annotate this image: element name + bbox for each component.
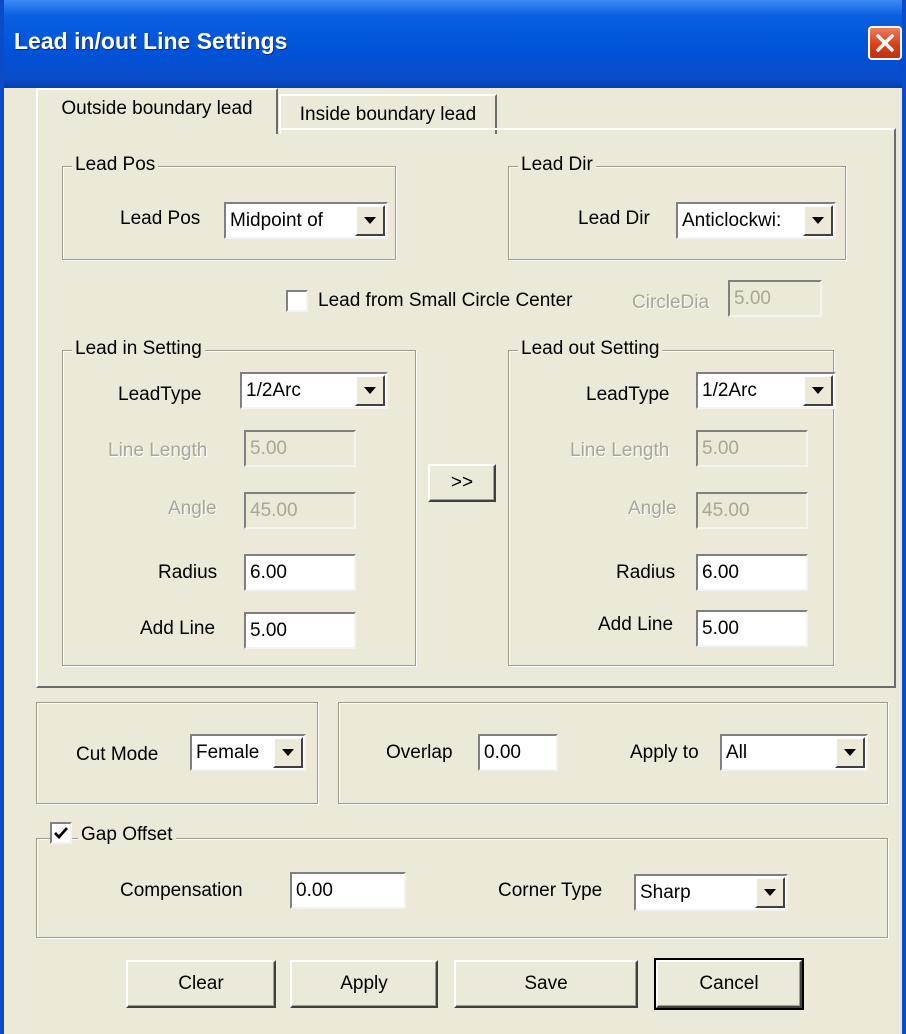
lead-from-small-circle-label: Lead from Small Circle Center xyxy=(318,290,573,311)
lead-in-type-dropdown-button[interactable] xyxy=(355,375,385,406)
chevron-down-icon xyxy=(844,749,856,756)
cut-mode-select[interactable]: Female xyxy=(190,734,306,771)
circle-dia-label: CircleDia xyxy=(632,292,710,313)
lead-pos-dropdown-button[interactable] xyxy=(355,205,385,236)
chevron-down-icon xyxy=(764,889,776,896)
lead-dir-dropdown-button[interactable] xyxy=(803,205,833,236)
lead-out-type-dropdown-button[interactable] xyxy=(803,375,833,406)
lead-dir-value: Anticlockwi: xyxy=(682,210,782,231)
chevron-down-icon xyxy=(282,749,294,756)
overlap-label: Overlap xyxy=(386,742,453,763)
apply-button[interactable]: Apply xyxy=(290,960,438,1008)
chevron-down-icon xyxy=(812,387,824,394)
lead-dir-label: Lead Dir xyxy=(578,208,650,229)
lead-out-add-line-input[interactable] xyxy=(696,610,808,647)
clear-button[interactable]: Clear xyxy=(126,960,276,1008)
cut-mode-value: Female xyxy=(196,742,260,763)
apply-to-label: Apply to xyxy=(630,742,699,763)
lead-out-type-select[interactable]: 1/2Arc xyxy=(696,372,836,409)
lead-out-line-length-input[interactable] xyxy=(696,430,808,467)
lead-out-type-value: 1/2Arc xyxy=(702,380,757,401)
lead-out-group-title: Lead out Setting xyxy=(518,338,663,360)
lead-in-add-line-input[interactable] xyxy=(244,612,356,649)
close-button[interactable] xyxy=(868,26,902,60)
tab-label: Inside boundary lead xyxy=(299,104,477,125)
lead-in-type-value: 1/2Arc xyxy=(246,380,301,401)
lead-pos-label: Lead Pos xyxy=(120,208,201,229)
checkmark-icon xyxy=(54,827,69,840)
gap-offset-checkbox[interactable] xyxy=(50,822,72,844)
lead-dir-group-title: Lead Dir xyxy=(518,154,596,176)
compensation-label: Compensation xyxy=(120,880,243,901)
lead-out-type-label: LeadType xyxy=(586,384,670,405)
tab-label: Outside boundary lead xyxy=(61,98,253,119)
title-bar[interactable]: Lead in/out Line Settings xyxy=(0,0,906,88)
lead-in-radius-input[interactable] xyxy=(244,554,356,591)
lead-in-line-length-label: Line Length xyxy=(108,440,208,461)
chevron-down-icon xyxy=(364,387,376,394)
chevron-down-icon xyxy=(812,217,824,224)
lead-out-radius-label: Radius xyxy=(616,562,676,583)
copy-lead-in-to-out-button[interactable]: >> xyxy=(428,464,496,502)
apply-to-dropdown-button[interactable] xyxy=(835,737,865,768)
lead-out-radius-input[interactable] xyxy=(696,554,808,591)
lead-in-type-label: LeadType xyxy=(118,384,202,405)
cancel-button[interactable]: Cancel xyxy=(654,958,804,1010)
circle-dia-input[interactable] xyxy=(728,280,822,317)
lead-in-type-select[interactable]: 1/2Arc xyxy=(240,372,388,409)
lead-out-angle-input[interactable] xyxy=(696,492,808,529)
cut-mode-dropdown-button[interactable] xyxy=(273,737,303,768)
lead-in-angle-label: Angle xyxy=(168,498,217,519)
lead-in-group-title: Lead in Setting xyxy=(72,338,205,360)
lead-in-angle-input[interactable] xyxy=(244,492,356,529)
lead-out-line-length-label: Line Length xyxy=(570,440,670,461)
apply-to-value: All xyxy=(726,742,748,763)
corner-type-label: Corner Type xyxy=(498,880,603,901)
gap-offset-label: Gap Offset xyxy=(78,824,176,846)
lead-out-add-line-label: Add Line xyxy=(598,614,674,635)
corner-type-dropdown-button[interactable] xyxy=(755,877,785,908)
lead-from-small-circle-checkbox[interactable] xyxy=(286,290,308,312)
window-border-left xyxy=(0,0,4,1034)
corner-type-select[interactable]: Sharp xyxy=(634,874,788,911)
compensation-input[interactable] xyxy=(290,872,406,909)
lead-in-radius-label: Radius xyxy=(158,562,218,583)
overlap-input[interactable] xyxy=(478,734,558,771)
chevron-down-icon xyxy=(364,217,376,224)
cut-mode-label: Cut Mode xyxy=(76,744,159,765)
window-title: Lead in/out Line Settings xyxy=(14,28,288,54)
lead-in-line-length-input[interactable] xyxy=(244,430,356,467)
close-icon xyxy=(876,34,894,52)
lead-dir-select[interactable]: Anticlockwi: xyxy=(676,202,836,239)
lead-pos-group-title: Lead Pos xyxy=(72,154,159,176)
corner-type-value: Sharp xyxy=(640,882,691,903)
window-border-right xyxy=(902,0,906,1034)
dialog-window: Lead in/out Line Settings Outside bounda… xyxy=(0,0,906,1034)
lead-pos-select[interactable]: Midpoint of xyxy=(224,202,388,239)
tab-outside-boundary-lead[interactable]: Outside boundary lead xyxy=(36,88,278,134)
save-button[interactable]: Save xyxy=(454,960,638,1008)
lead-in-add-line-label: Add Line xyxy=(140,618,216,639)
apply-to-select[interactable]: All xyxy=(720,734,868,771)
lead-out-angle-label: Angle xyxy=(628,498,677,519)
lead-pos-value: Midpoint of xyxy=(230,210,323,231)
